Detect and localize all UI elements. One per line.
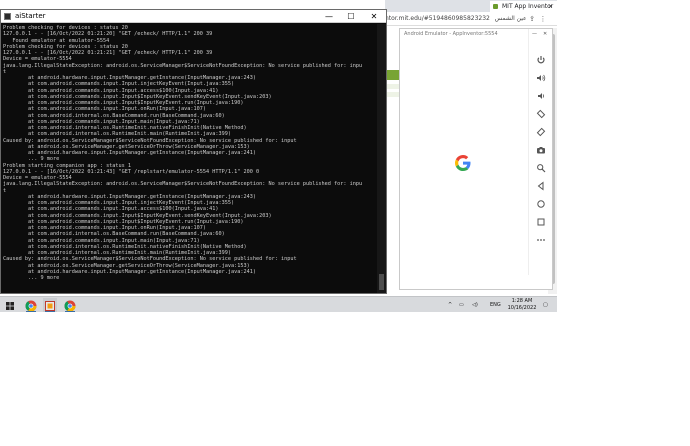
browser-tab-title: MIT App Inventor [502, 3, 554, 10]
tab-close-icon[interactable]: × [548, 1, 553, 12]
appinventor-list-line [385, 84, 400, 89]
browser-menu-icon[interactable]: ⋮ [539, 14, 547, 24]
appinventor-list-line [385, 92, 400, 97]
close-button[interactable]: ✕ [363, 10, 385, 23]
console-app-icon [4, 13, 11, 20]
windows-logo-icon [6, 302, 14, 310]
console-line: java.lang.IllegalStateException: android… [3, 62, 363, 69]
volume-down-icon[interactable] [536, 91, 546, 101]
back-icon[interactable] [536, 181, 546, 191]
home-icon[interactable] [536, 199, 546, 209]
taskbar-chrome-button-2[interactable] [63, 298, 77, 312]
camera-icon[interactable] [536, 145, 546, 155]
rotate-left-icon[interactable] [536, 109, 546, 119]
zoom-icon[interactable] [536, 163, 546, 173]
emulator-control-bar: — ✕ [528, 29, 552, 275]
console-output: Problem checking for devices : status 20… [3, 25, 375, 293]
share-icon[interactable]: ⇪ [528, 14, 536, 24]
clock-date: 10/16/2022 [507, 304, 537, 311]
emulator-screen[interactable] [401, 39, 524, 289]
browser-tab-appinventor[interactable]: MIT App Inventor × [490, 1, 557, 12]
emulator-minimize-button[interactable]: — [532, 31, 537, 37]
taskbar: ^ ▭ ◁) ENG 1:28 AM 10/16/2022 ▢ [0, 296, 557, 312]
console-window[interactable]: aiStarter — ☐ ✕ Problem checking for dev… [0, 9, 387, 294]
console-line: java.lang.IllegalStateException: android… [3, 181, 363, 188]
address-url-text: ntor.mit.edu/#5194860985823232 [385, 15, 490, 22]
taskbar-aistarter-button[interactable] [43, 298, 57, 312]
appinventor-favicon-icon [493, 4, 498, 9]
aistarter-icon [45, 301, 55, 311]
google-logo-icon [455, 155, 471, 171]
taskbar-chrome-button[interactable] [24, 298, 38, 312]
volume-up-icon[interactable] [536, 73, 546, 83]
notifications-icon[interactable]: ▢ [543, 297, 548, 312]
emulator-title: Android Emulator - AppInventor:5554 [404, 31, 498, 37]
more-icon[interactable] [536, 235, 546, 245]
address-rtl-text: عين الشمس [494, 15, 527, 22]
maximize-button[interactable]: ☐ [340, 10, 362, 23]
console-line: ... 9 more [3, 275, 60, 281]
desktop: MIT App Inventor × ntor.mit.edu/#5194860… [0, 0, 557, 312]
rotate-right-icon[interactable] [536, 127, 546, 137]
appinventor-toolbar-strip [385, 70, 400, 80]
volume-icon[interactable]: ◁) [472, 297, 478, 312]
chrome-icon [64, 300, 76, 312]
console-title-bar[interactable]: aiStarter — ☐ ✕ [1, 10, 386, 23]
tray-chevron-icon[interactable]: ^ [448, 297, 452, 312]
browser-address-bar[interactable]: ntor.mit.edu/#5194860985823232 عين الشمس… [385, 12, 557, 26]
minimize-button[interactable]: — [318, 10, 340, 23]
overview-icon[interactable] [536, 217, 546, 227]
console-scrollbar-thumb[interactable] [379, 274, 384, 290]
android-emulator-window[interactable]: Android Emulator - AppInventor:5554 — ✕ [399, 28, 553, 290]
start-button[interactable] [3, 298, 17, 312]
language-indicator[interactable]: ENG [490, 297, 501, 312]
address-url[interactable]: ntor.mit.edu/#5194860985823232 عين الشمس [385, 14, 537, 24]
power-icon[interactable] [536, 55, 546, 65]
console-title: aiStarter [15, 12, 46, 20]
network-icon[interactable]: ▭ [459, 297, 464, 312]
browser-tab-bar: MIT App Inventor × [385, 0, 557, 12]
chrome-icon [25, 300, 37, 312]
console-scrollbar[interactable] [377, 24, 386, 293]
emulator-close-button[interactable]: ✕ [543, 31, 547, 37]
taskbar-clock[interactable]: 1:28 AM 10/16/2022 [507, 298, 537, 311]
